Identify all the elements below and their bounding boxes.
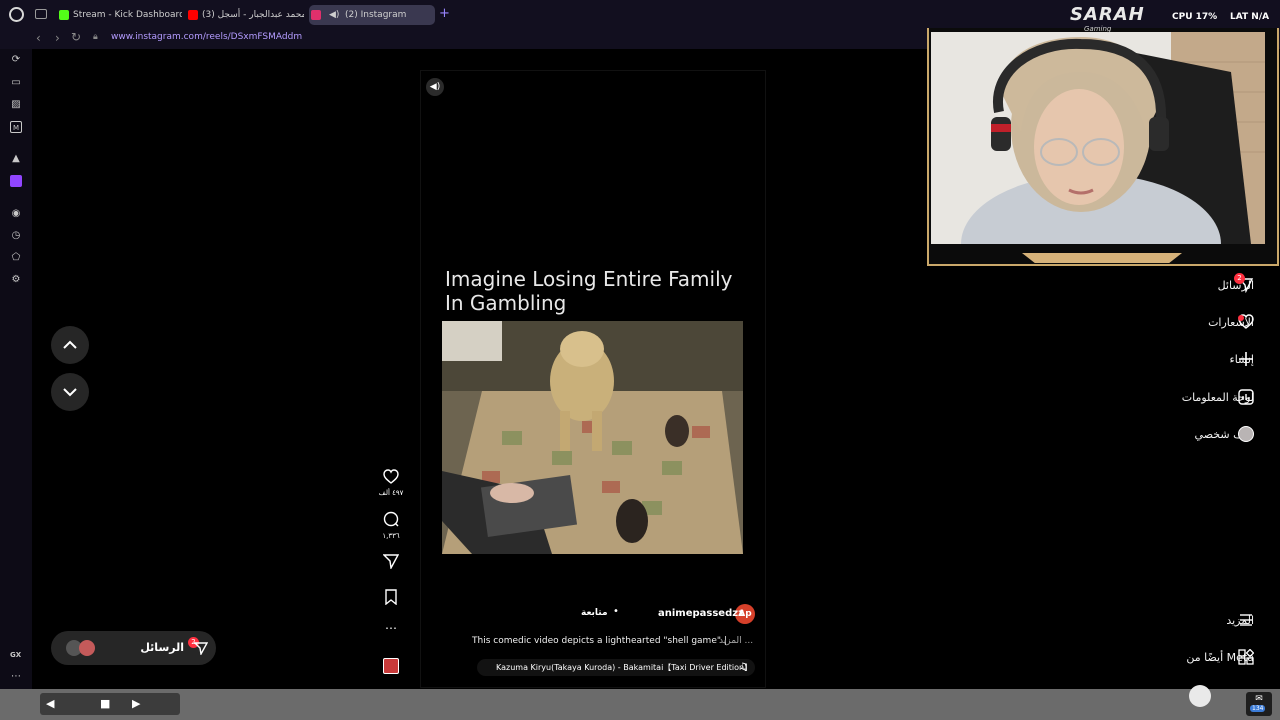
extensions-icon[interactable]: ⬠ [10,252,22,264]
settings-icon[interactable]: ⚙ [10,274,22,286]
taskbar: ◀ ■ ▶ ✉ 134 [0,685,1280,720]
webcam-image [931,32,1265,244]
lat-value: N/A [1251,12,1270,22]
next-track-icon[interactable]: ▶ [132,697,140,710]
kick-icon [59,10,69,20]
reel-description: This comedic video depicts a lighthearte… [472,636,727,646]
refresh-icon[interactable]: ⟳ [10,54,22,66]
streamer-logo-subtitle: Gaming [1084,25,1112,33]
tab-kick-dashboard[interactable]: Stream - Kick Dashboard [57,5,182,25]
screen: Stream - Kick Dashboard (3) محمد عبدالجب… [0,0,1280,720]
apps-icon[interactable] [1238,649,1254,665]
save-action[interactable] [380,589,402,609]
chevron-down-icon [63,388,77,397]
tab-label: (3) محمد عبدالجبار - أسجل .. [202,10,304,20]
send-icon [194,642,208,655]
media-controls: ◀ ■ ▶ [40,693,180,715]
album-art-icon [383,658,399,674]
stats-icon[interactable]: ▨ [10,99,22,111]
bookmark-icon [385,589,397,606]
avatar [79,640,95,656]
previous-track-icon[interactable]: ◀ [46,697,54,710]
send-icon [382,554,400,571]
reel-overlay-line: In Gambling [445,291,567,315]
tab-label: (2) Instagram [345,10,407,20]
audio-thumbnail[interactable] [380,658,402,674]
messages-pill-label: الرسائل [140,641,184,654]
comment-icon [383,511,399,527]
chevron-up-icon [63,340,77,349]
lock-icon: 🔒︎ [93,32,98,42]
follow-button[interactable]: متابعة [581,608,608,618]
url-field[interactable]: www.instagram.com/reels/DSxmFSMAddm [111,32,302,42]
streamer-logo: SARAH [1070,4,1145,25]
like-action[interactable]: ٤٩٧ ألف [379,469,403,497]
tab-instagram[interactable]: ◀) (2) Instagram [309,5,435,25]
webcam-frame-accent [1022,253,1182,263]
reel-author-name[interactable]: animepassedzz [658,608,744,619]
more-options-icon[interactable]: ⋯ [380,621,402,635]
comment-count: ١,٣٣٦ [382,532,400,540]
history-icon[interactable]: ◷ [10,230,22,242]
bag-icon[interactable]: ▭ [10,77,22,89]
reel-video-frame [442,321,743,554]
player-icon[interactable]: ◉ [10,208,22,220]
speaker-icon[interactable]: ◀) [329,5,339,25]
gx-label: GX [10,651,22,659]
new-tab-button[interactable]: + [439,6,450,21]
mute-button[interactable]: ◀) [426,78,444,96]
youtube-icon [188,10,198,20]
cpu-readout: CPU 17% [1172,12,1217,22]
previous-reel-button[interactable] [51,326,89,364]
reload-icon[interactable]: ↻ [71,30,81,44]
separator-dot: • [613,606,619,617]
share-action[interactable] [380,554,402,573]
heart-icon [383,469,399,484]
like-count: ٤٩٧ ألف [378,489,404,497]
reel-overlay-text: Imagine Losing Entire Family In Gambling [445,267,745,315]
opera-logo-icon[interactable] [9,7,24,22]
more-icon[interactable]: ⋯ [10,671,22,683]
browser-sidebar: ⟳ ▭ ▨ M ▲ ◉ ◷ ⬠ ⚙ GX ⋯ [0,49,32,689]
back-icon[interactable]: ‹ [36,31,41,45]
tab-manager-icon[interactable] [35,9,47,19]
nav-messages-badge: 2 [1234,273,1245,284]
plus-icon[interactable] [1238,351,1254,367]
webcam-feed [931,32,1265,244]
instagram-icon [311,10,321,20]
reel-overlay-line: Imagine Losing Entire Family [445,267,733,291]
reel-more-link[interactable]: المزيد ... [719,636,753,646]
next-reel-button[interactable] [51,373,89,411]
tab-label: Stream - Kick Dashboard [73,10,182,20]
latency-readout: LAT N/A [1230,12,1269,22]
cpu-label: CPU [1172,12,1193,22]
audio-track-label: Kazuma Kiryu(Takaya Kuroda) - Bakamitai【… [496,663,753,672]
dashboard-icon[interactable] [1238,389,1254,405]
cpu-value: 17% [1195,12,1218,22]
notification-dot [1238,315,1244,321]
profile-avatar[interactable] [1238,426,1254,442]
reel-audio-track[interactable]: Kazuma Kiryu(Takaya Kuroda) - Bakamitai【… [477,659,755,676]
m-icon[interactable]: M [10,121,22,133]
menu-icon[interactable] [1238,612,1254,628]
twitch-icon[interactable] [10,175,22,187]
notification-center[interactable]: ✉ 134 [1246,692,1272,716]
mail-icon: ✉ [1255,694,1263,704]
pause-icon[interactable]: ■ [100,697,110,710]
messages-pill[interactable]: الرسائل 2 [51,631,216,665]
video-frame-image [442,321,743,554]
notification-count: 134 [1250,705,1266,712]
chat-icon[interactable] [1189,685,1211,707]
aria-icon[interactable]: ▲ [10,153,22,165]
lat-label: LAT [1230,12,1249,22]
comment-action[interactable]: ١,٣٣٦ [380,511,402,540]
forward-icon[interactable]: › [55,31,60,45]
music-note-icon: ♫ [738,662,747,672]
tab-youtube[interactable]: (3) محمد عبدالجبار - أسجل .. [186,5,304,25]
